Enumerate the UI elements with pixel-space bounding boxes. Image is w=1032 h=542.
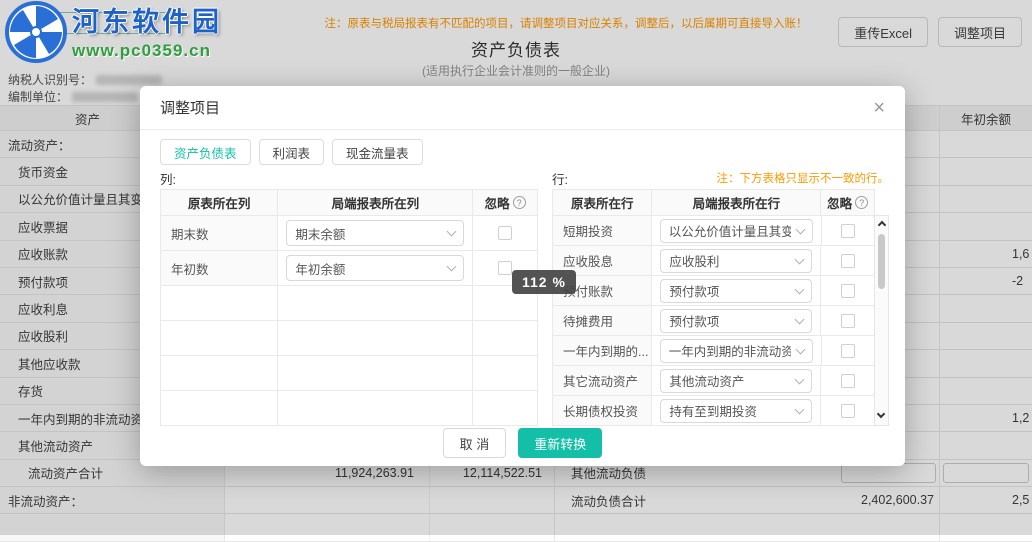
dst-column-header: 局端报表所在列 <box>278 190 474 215</box>
rows-mapping-table: 原表所在行 局端报表所在行 忽略 ? 短期投资 以公允价值计量且其变动计... <box>552 189 875 426</box>
chevron-down-icon <box>446 261 457 272</box>
column-mapping-row: 期末数 期末余额 <box>161 216 537 251</box>
row-mapping-row: 其它流动资产 其他流动资产 <box>553 366 874 396</box>
source-column-name: 期末数 <box>161 216 279 250</box>
source-row-name: 长期债权投资 <box>553 396 653 425</box>
scrollbar-thumb[interactable] <box>878 234 885 289</box>
watermark: 河东软件园 www.pc0359.cn <box>4 0 222 64</box>
tab-cash-flow[interactable]: 现金流量表 <box>332 139 423 165</box>
mapped-row-select[interactable]: 应收股利 <box>660 248 813 273</box>
ignore-column-header: 忽略 ? <box>821 190 874 215</box>
column-mapping-row-empty <box>161 391 537 426</box>
source-row-name: 其它流动资产 <box>553 366 653 395</box>
watermark-pinwheel-icon <box>5 1 67 63</box>
dst-row-header: 局端报表所在行 <box>652 190 822 215</box>
ignore-checkbox[interactable] <box>840 343 855 358</box>
mapped-row-select[interactable]: 其他流动资产 <box>660 368 813 393</box>
ignore-checkbox[interactable] <box>840 253 855 268</box>
chevron-down-icon <box>794 374 805 384</box>
ignore-checkbox[interactable] <box>840 223 855 238</box>
column-mapping-row-empty <box>161 321 537 356</box>
ignore-checkbox[interactable] <box>498 226 513 240</box>
modal-title: 调整项目 <box>160 100 221 117</box>
mapped-row-select[interactable]: 持有至到期投资 <box>660 398 813 423</box>
source-column-name: 年初数 <box>161 251 279 285</box>
columns-pane: 列: 原表所在列 局端报表所在列 忽略 ? 期末数 期末余额 年初数 年初余额 <box>160 169 538 426</box>
column-mapping-row-empty <box>161 286 537 321</box>
scroll-up-icon[interactable] <box>877 220 886 230</box>
rows-pane-note: 注：下方表格只显示不一致的行。 <box>716 173 890 185</box>
scroll-down-icon[interactable] <box>876 409 886 419</box>
ignore-checkbox[interactable] <box>840 313 855 328</box>
row-mapping-row: 待摊费用 预付款项 <box>553 306 874 336</box>
help-icon[interactable]: ? <box>512 196 526 209</box>
close-icon[interactable]: × <box>873 98 885 118</box>
chevron-down-icon <box>446 226 457 237</box>
columns-mapping-table: 原表所在列 局端报表所在列 忽略 ? 期末数 期末余额 年初数 年初余额 <box>160 189 538 426</box>
source-row-name: 一年内到期的... <box>553 336 652 365</box>
mapped-row-select[interactable]: 一年内到期的非流动资产 <box>659 338 813 363</box>
mapped-row-select[interactable]: 预付款项 <box>660 278 813 303</box>
ignore-checkbox[interactable] <box>840 403 855 418</box>
column-mapping-row: 年初数 年初余额 <box>161 251 537 286</box>
ignore-column-header: 忽略 ? <box>473 190 537 215</box>
mapped-column-select[interactable]: 期末余额 <box>286 220 465 246</box>
mapped-row-select[interactable]: 以公允价值计量且其变动计... <box>659 218 813 243</box>
row-mapping-row: 一年内到期的... 一年内到期的非流动资产 <box>553 336 874 366</box>
row-mapping-row: 预付账款 预付款项 <box>553 276 874 306</box>
rows-pane: 行: 注：下方表格只显示不一致的行。 原表所在行 局端报表所在行 忽略 ? 短期… <box>552 169 889 426</box>
chevron-down-icon <box>794 254 805 264</box>
watermark-site-url: www.pc0359.cn <box>72 40 211 60</box>
reconvert-button[interactable]: 重新转换 <box>518 428 603 458</box>
columns-pane-label: 列: <box>160 172 176 187</box>
chevron-down-icon <box>795 344 806 354</box>
row-mapping-row: 应收股息 应收股利 <box>553 246 874 276</box>
src-row-header: 原表所在行 <box>553 190 653 215</box>
chevron-down-icon <box>794 404 805 414</box>
ignore-checkbox[interactable] <box>840 373 855 388</box>
chevron-down-icon <box>795 224 806 234</box>
scrollbar[interactable] <box>874 215 889 426</box>
src-column-header: 原表所在列 <box>161 190 279 215</box>
ignore-checkbox[interactable] <box>840 283 855 298</box>
help-icon[interactable]: ? <box>855 196 869 209</box>
cancel-button[interactable]: 取 消 <box>442 428 507 458</box>
mapped-row-select[interactable]: 预付款项 <box>660 308 813 333</box>
tab-income-statement[interactable]: 利润表 <box>258 139 325 165</box>
report-tabs: 资产负债表 利润表 现金流量表 <box>160 139 889 165</box>
row-mapping-row: 短期投资 以公允价值计量且其变动计... <box>553 216 874 246</box>
chevron-down-icon <box>794 314 805 324</box>
rows-pane-label: 行: <box>552 172 568 187</box>
chevron-down-icon <box>794 284 805 294</box>
column-mapping-row-empty <box>161 356 537 391</box>
zoom-level-badge: 112 % <box>512 270 576 294</box>
source-row-name: 待摊费用 <box>553 306 653 335</box>
source-row-name: 短期投资 <box>553 216 652 245</box>
tab-balance-sheet[interactable]: 资产负债表 <box>160 139 251 165</box>
watermark-site-name: 河东软件园 <box>72 7 222 37</box>
row-mapping-row: 长期债权投资 持有至到期投资 <box>553 396 874 426</box>
mapped-column-select[interactable]: 年初余额 <box>286 255 465 281</box>
ignore-checkbox[interactable] <box>498 261 513 275</box>
